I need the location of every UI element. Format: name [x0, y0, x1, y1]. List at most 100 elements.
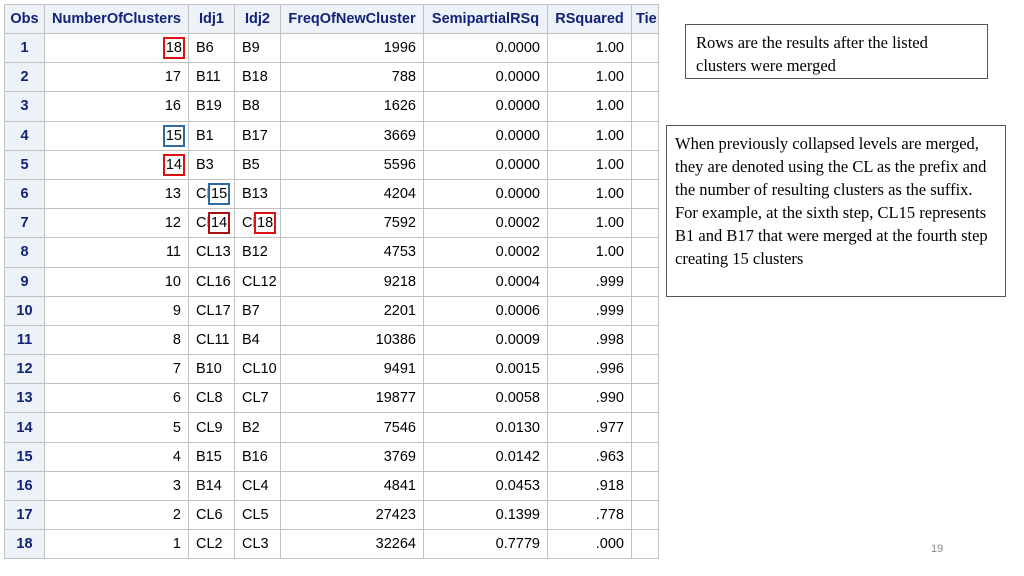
- highlight-box: 18: [254, 212, 277, 235]
- number-of-clusters-cell: 12: [44, 208, 189, 239]
- freq-cell: 32264: [280, 529, 424, 560]
- idj2-cell: CL3: [234, 529, 281, 560]
- table-row: 4 15 B1 B17 3669 0.0000 1.00: [4, 120, 659, 151]
- freq-cell: 2201: [280, 295, 424, 326]
- idj2-cell: B4: [234, 324, 281, 356]
- semipartial-rsq-cell: 0.0058: [423, 383, 548, 414]
- obs-cell: 5: [4, 149, 45, 180]
- tie-cell: [631, 91, 659, 122]
- table-row: 13 6 CL8 CL7 19877 0.0058.990: [4, 383, 659, 414]
- idj2-cell: B17: [234, 120, 281, 151]
- obs-cell: 1: [4, 32, 45, 64]
- number-of-clusters-cell: 6: [44, 383, 189, 414]
- freq-cell: 10386: [280, 324, 424, 356]
- table-row: 8 11 CL13 B12 4753 0.0002 1.00: [4, 237, 659, 268]
- highlight-box: 14: [162, 153, 185, 176]
- number-of-clusters-cell: 9: [44, 295, 189, 326]
- rsquared-cell: 1.00: [547, 91, 632, 122]
- idj1-cell: CL11: [188, 324, 235, 356]
- idj2-cell: B18: [234, 62, 281, 93]
- idj2-cell: B2: [234, 412, 281, 443]
- freq-cell: 1996: [280, 32, 424, 64]
- semipartial-rsq-cell: 0.0006: [423, 295, 548, 326]
- idj2-cell: B9: [234, 32, 281, 64]
- tie-cell: [631, 266, 659, 297]
- number-of-clusters-cell: 11: [44, 237, 189, 268]
- column-header: SemipartialRSq: [423, 4, 548, 34]
- note-rows-merged: Rows are the results after the listed cl…: [685, 24, 988, 79]
- semipartial-rsq-cell: 0.0142: [423, 441, 548, 472]
- cl-prefix: CL: [242, 215, 254, 232]
- rsquared-cell: .000: [547, 529, 632, 560]
- number-of-clusters-cell: 15: [44, 120, 189, 151]
- table-row: 1 18 B6 B9 1996 0.0000 1.00: [4, 32, 659, 64]
- note-cl-prefix-explanation: When previously collapsed levels are mer…: [666, 125, 1006, 297]
- highlight-box: 15: [162, 124, 185, 147]
- table-row: 12 7 B10 CL10 9491 0.0015.996: [4, 354, 659, 385]
- obs-cell: 3: [4, 91, 45, 122]
- idj2-cell: CL18: [234, 208, 281, 239]
- table-row: 2 17 B11 B18 788 0.0000 1.00: [4, 62, 659, 93]
- semipartial-rsq-cell: 0.0130: [423, 412, 548, 443]
- table-row: 17 2 CL6 CL5 27423 0.1399.778: [4, 499, 659, 531]
- tie-cell: [631, 120, 659, 151]
- obs-cell: 2: [4, 62, 45, 93]
- rsquared-cell: .778: [547, 499, 632, 531]
- obs-cell: 6: [4, 178, 45, 210]
- table-row: 3 16 B19 B8 1626 0.0000 1.00: [4, 91, 659, 122]
- tie-cell: [631, 32, 659, 64]
- tie-cell: [631, 237, 659, 268]
- column-header: Tie: [631, 4, 659, 34]
- highlight-box: 18: [162, 37, 185, 60]
- rsquared-cell: 1.00: [547, 149, 632, 180]
- tie-cell: [631, 529, 659, 560]
- number-of-clusters-cell: 5: [44, 412, 189, 443]
- column-header: FreqOfNewCluster: [280, 4, 424, 34]
- tie-cell: [631, 149, 659, 180]
- freq-cell: 4841: [280, 470, 424, 502]
- idj1-cell: CL13: [188, 237, 235, 268]
- rsquared-cell: .998: [547, 324, 632, 356]
- number-of-clusters-cell: 2: [44, 499, 189, 531]
- obs-cell: 10: [4, 295, 45, 326]
- semipartial-rsq-cell: 0.0002: [423, 237, 548, 268]
- semipartial-rsq-cell: 0.0453: [423, 470, 548, 502]
- idj2-cell: B16: [234, 441, 281, 472]
- idj1-cell: CL9: [188, 412, 235, 443]
- idj2-cell: CL5: [234, 499, 281, 531]
- column-header: RSquared: [547, 4, 632, 34]
- idj1-cell: CL2: [188, 529, 235, 560]
- highlight-box: 15: [208, 183, 231, 206]
- idj1-cell: CL15: [188, 178, 235, 210]
- tie-cell: [631, 62, 659, 93]
- rsquared-cell: .963: [547, 441, 632, 472]
- semipartial-rsq-cell: 0.0000: [423, 91, 548, 122]
- obs-cell: 11: [4, 324, 45, 356]
- obs-cell: 8: [4, 237, 45, 268]
- idj1-cell: B11: [188, 62, 235, 93]
- rsquared-cell: .990: [547, 383, 632, 414]
- tie-cell: [631, 295, 659, 326]
- idj1-cell: B1: [188, 120, 235, 151]
- obs-cell: 15: [4, 441, 45, 472]
- idj1-cell: CL8: [188, 383, 235, 414]
- column-header: NumberOfClusters: [44, 4, 189, 34]
- freq-cell: 4204: [280, 178, 424, 210]
- cluster-history-table-container: Obs NumberOfClusters Idj1 Idj2 FreqOfNewClus…: [4, 4, 659, 560]
- obs-cell: 9: [4, 266, 45, 297]
- obs-cell: 13: [4, 383, 45, 414]
- tie-cell: [631, 499, 659, 531]
- table-row: 712CL14CL1875920.00021.00: [4, 208, 659, 239]
- freq-cell: 1626: [280, 91, 424, 122]
- tie-cell: [631, 324, 659, 356]
- idj1-cell: B6: [188, 32, 235, 64]
- number-of-clusters-cell: 4: [44, 441, 189, 472]
- table-row: 10 9 CL17 B7 2201 0.0006.999: [4, 295, 659, 326]
- freq-cell: 4753: [280, 237, 424, 268]
- idj1-cell: CL6: [188, 499, 235, 531]
- obs-cell: 4: [4, 120, 45, 151]
- number-of-clusters-cell: 1: [44, 529, 189, 560]
- idj1-cell: B10: [188, 354, 235, 385]
- cluster-history-table: Obs NumberOfClusters Idj1 Idj2 FreqOfNewClus…: [4, 4, 659, 560]
- cl-prefix: CL: [196, 186, 208, 203]
